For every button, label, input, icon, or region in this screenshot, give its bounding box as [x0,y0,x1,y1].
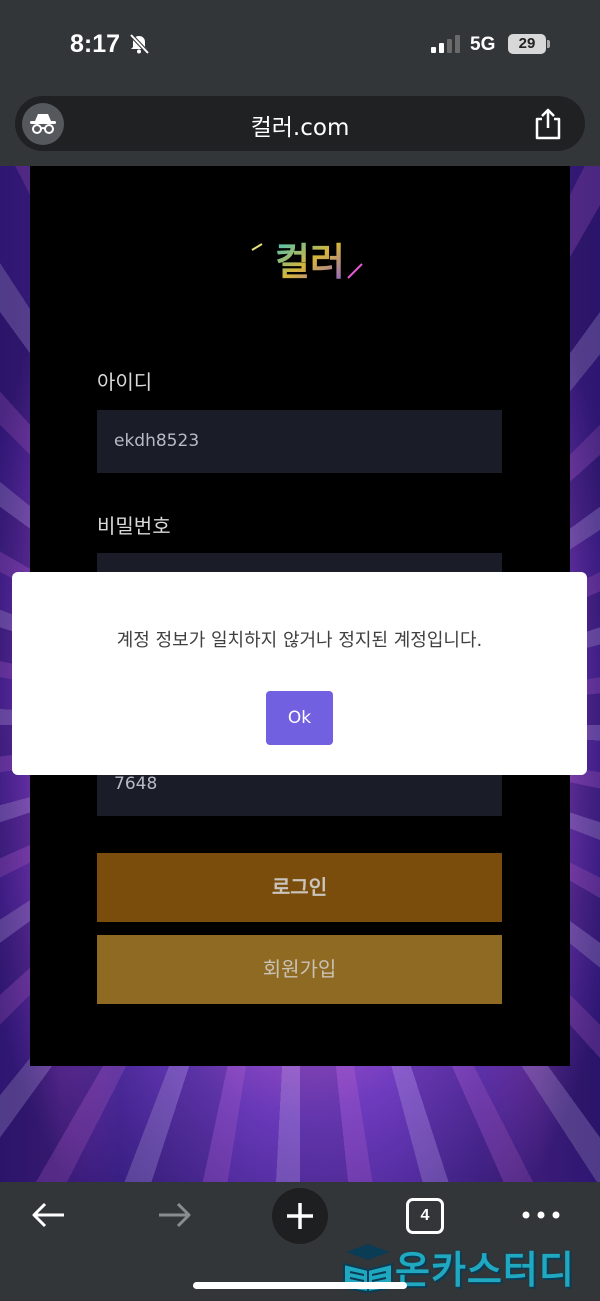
plus-icon [287,1203,313,1229]
status-bar: 8:17 5G 29 [0,0,600,90]
battery-level: 29 [508,34,546,54]
network-type: 5G [470,34,496,55]
forward-arrow-icon[interactable] [155,1199,197,1231]
url-text[interactable]: 컬러.com [15,108,585,142]
login-button[interactable]: 로그인 [97,853,502,922]
bell-off-icon [129,33,150,55]
more-icon[interactable] [520,1209,562,1221]
signup-button[interactable]: 회원가입 [97,935,502,1004]
new-tab-button[interactable] [272,1188,328,1244]
home-indicator[interactable] [193,1282,407,1289]
status-time: 8:17 [70,30,121,58]
alert-message: 계정 정보가 일치하지 않거나 정지된 계정입니다. [116,630,483,651]
watermark-text: 온카스터디 [395,1248,575,1292]
back-arrow-icon[interactable] [28,1199,70,1231]
address-bar[interactable]: 컬러.com [15,96,585,151]
site-logo: 컬러 [251,240,363,284]
id-input[interactable]: ekdh8523 [97,410,502,473]
alert-dialog: 계정 정보가 일치하지 않거나 정지된 계정입니다. Ok [12,572,587,775]
battery-icon: 29 [508,34,550,54]
share-icon[interactable] [533,108,563,140]
ok-button[interactable]: Ok [266,691,333,745]
password-label: 비밀번호 [97,514,171,538]
signal-icon [431,35,460,53]
id-label: 아이디 [97,370,153,394]
bottom-toolbar: 4 온카스터디 [0,1182,600,1301]
logo-text: 컬러 [275,240,345,284]
tab-count-button[interactable]: 4 [406,1198,444,1234]
